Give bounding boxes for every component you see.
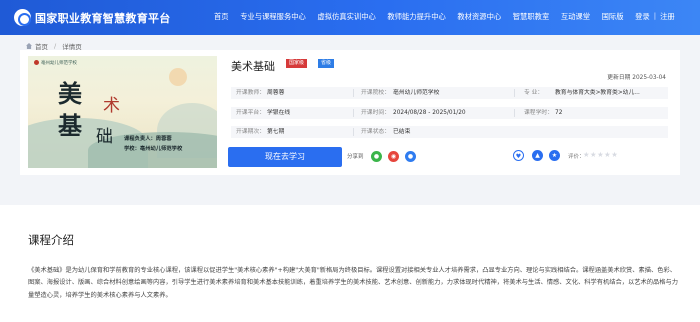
cover-sun-decoration: [169, 68, 187, 86]
top-navigation-bar: 国家职业教育智慧教育平台 首页 专业与课程服务中心 虚拟仿真实训中心 教师能力提…: [0, 0, 700, 35]
school-label: 开课院校：: [361, 90, 390, 96]
update-date: 更新日期 2025-03-04: [607, 75, 666, 81]
cover-title-char: 美: [58, 79, 82, 108]
star-icon[interactable]: ★: [549, 150, 560, 161]
nav-separator: |: [653, 12, 657, 20]
major-label: 专 业：: [524, 90, 544, 96]
row-divider: [353, 109, 354, 117]
heart-icon[interactable]: ♥: [513, 150, 524, 161]
national-level-badge: 国家级: [286, 59, 308, 68]
row-divider: [514, 109, 515, 117]
info-row: 开课平台： 学银在线 开课时间： 2024/08/28 - 2025/01/20…: [231, 107, 668, 119]
course-intro-section: [0, 205, 700, 322]
info-row: 开课教师： 周蓉蓉 开课院校： 亳州幼儿师范学校 专 业： 教育与体育大类>教育…: [231, 87, 668, 99]
weibo-icon[interactable]: ◉: [388, 151, 399, 162]
nav-item-textbook-center[interactable]: 教材资源中心: [457, 12, 501, 22]
register-link[interactable]: 注册: [660, 12, 675, 22]
course-cover-image: 亳州幼儿师范学校 美 术 基 础 课程负责人：周蓉蓉 学校：亳州幼儿师范学校: [28, 56, 217, 168]
rating-star-icon[interactable]: ★: [583, 150, 590, 159]
course-intro-title: 课程介绍: [28, 233, 74, 247]
period-label: 开课时间：: [361, 110, 390, 116]
cover-title-char: 础: [96, 127, 113, 147]
nav-item-course-service[interactable]: 专业与课程服务中心: [240, 12, 306, 22]
rating-star-icon[interactable]: ★: [611, 150, 618, 159]
province-level-badge: 省级: [318, 59, 335, 68]
main-nav: 首页 专业与课程服务中心 虚拟仿真实训中心 教师能力提升中心 教材资源中心 智慧…: [214, 12, 686, 22]
lecturer-value[interactable]: 周蓉蓉: [267, 87, 284, 99]
row-divider: [514, 89, 515, 97]
lecturer-label: 开课教师：: [236, 90, 265, 96]
wechat-icon[interactable]: ●: [371, 151, 382, 162]
breadcrumb-separator: /: [54, 42, 57, 50]
status-value: 已结束: [393, 129, 411, 135]
row-divider: [353, 128, 354, 136]
site-title[interactable]: 国家职业教育智慧教育平台: [35, 10, 171, 26]
platform-value[interactable]: 学银在线: [267, 107, 290, 119]
home-icon[interactable]: [26, 43, 32, 49]
platform-label: 开课平台：: [236, 110, 265, 116]
term-value: 第七期: [267, 129, 285, 135]
term-label: 开课期次：: [236, 129, 265, 135]
school-value[interactable]: 亳州幼儿师范学校: [393, 87, 439, 99]
period-value: 2024/08/28 - 2025/01/20: [393, 110, 466, 116]
course-intro-text: 《美术基础》是为幼儿保育和学前教育的专业核心课程，该课程以促进学生"美术核心素养…: [28, 267, 678, 299]
status-label: 开课状态：: [361, 129, 390, 135]
thumbs-up-icon[interactable]: ▲: [532, 150, 543, 161]
nav-item-international[interactable]: 国际版: [602, 12, 624, 22]
hours-label: 课程学时：: [524, 110, 553, 116]
share-label: 分享到: [347, 154, 364, 160]
study-now-button[interactable]: 现在去学习: [228, 147, 342, 167]
row-divider: [353, 89, 354, 97]
cover-title-char: 术: [103, 96, 120, 116]
login-link[interactable]: 登录: [635, 12, 650, 22]
site-logo-icon[interactable]: [14, 9, 31, 26]
nav-item-home[interactable]: 首页: [214, 12, 229, 22]
info-row: 开课期次： 第七期 开课状态： 已结束: [231, 126, 668, 138]
hours-value: 72: [555, 110, 563, 116]
nav-item-virtual-training[interactable]: 虚拟仿真实训中心: [317, 12, 375, 22]
nav-item-teacher-ability[interactable]: 教师能力提升中心: [387, 12, 445, 22]
qq-icon[interactable]: ●: [405, 151, 416, 162]
cover-school-line: 学校：亳州幼儿师范学校: [124, 146, 183, 152]
cover-lecturer-line: 课程负责人：周蓉蓉: [124, 136, 172, 142]
major-value: 教育与体育大类>教育类>幼儿...: [555, 90, 640, 96]
nav-item-smart-classroom[interactable]: 智慧职教室: [513, 12, 549, 22]
rating-stars[interactable]: ★★★★★: [583, 150, 618, 159]
cover-title-char: 基: [58, 111, 82, 140]
cover-school-name: 亳州幼儿师范学校: [34, 60, 77, 66]
nav-item-interactive-class[interactable]: 互动课堂: [561, 12, 590, 22]
course-title: 美术基础: [231, 60, 275, 73]
